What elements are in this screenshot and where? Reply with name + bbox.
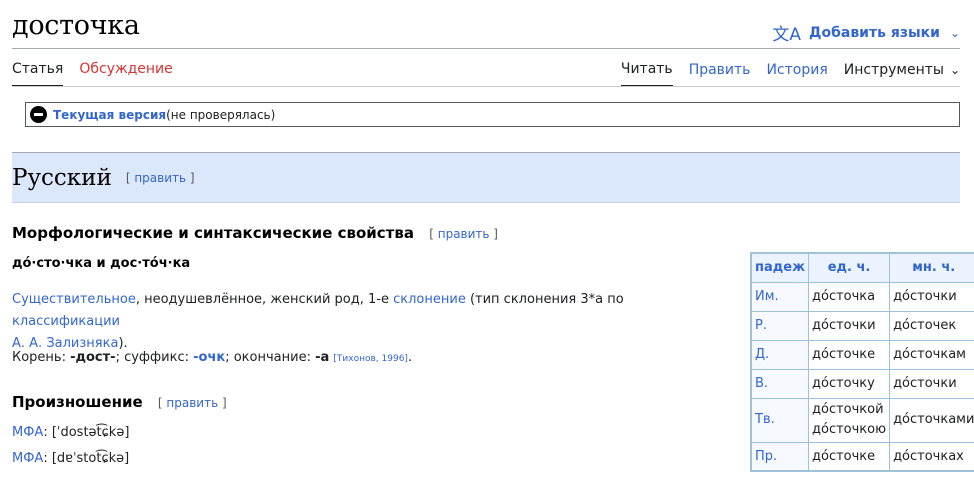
add-languages-button[interactable]: 文A Добавить языки ⌄ (772, 20, 960, 46)
edit-section: [ править ] (429, 227, 498, 241)
language-section-header: Русский [ править ] (12, 152, 960, 203)
table-row: Им. до́сточка до́сточки (750, 281, 974, 312)
singular-cell: до́сточки (808, 310, 891, 341)
declension-link[interactable]: склонение (393, 292, 466, 307)
ipa-link[interactable]: МФА (12, 425, 43, 440)
table-row: Д. до́сточке до́сточкам (750, 339, 974, 370)
singular-form: до́сточкой (812, 402, 884, 417)
ending-label: ; окончание: (225, 350, 316, 365)
grammar-line: Существительное, неодушевлённое, женский… (12, 289, 712, 355)
chevron-down-icon: ⌄ (949, 25, 960, 40)
table-row: Пр. до́сточке до́сточках (750, 441, 974, 472)
plural-cell: до́сточки (889, 281, 974, 312)
plural-cell: до́сточками (889, 397, 974, 443)
language-heading: Русский (12, 164, 112, 191)
reference-link[interactable]: [Тихонов, 1996] (333, 354, 408, 364)
singular-cell: до́сточке (808, 339, 891, 370)
plural-cell: до́сточек (889, 310, 974, 341)
table-row: Тв. до́сточкой до́сточкою до́сточками (750, 397, 974, 443)
singular-form-alt: до́сточкою (812, 422, 887, 437)
grammar-text: (тип склонения 3*a по (465, 292, 624, 307)
ipa-link[interactable]: МФА (12, 451, 43, 466)
tab-article[interactable]: Статья (12, 61, 64, 87)
singular-cell: до́сточка (808, 281, 891, 312)
edit-section-link[interactable]: править (438, 227, 490, 241)
grammar-text: , неодушевлённое, женский род, 1-е (135, 292, 394, 307)
tabs-divider (12, 86, 960, 87)
noun-link[interactable]: Существительное (12, 292, 136, 307)
word-forms: до́·сто·чка и дос·то́ч·ка (12, 256, 191, 271)
singular-cell: до́сточку (808, 368, 891, 399)
singular-cell: до́сточке (808, 441, 891, 472)
case-link[interactable]: Д. (750, 339, 810, 370)
table-row: Р. до́сточки до́сточек (750, 310, 974, 341)
pronunciation-line: МФА: [ˈdostət͡ɕkə] (12, 422, 129, 444)
header-case[interactable]: падеж (750, 252, 810, 283)
morphemes-line: Корень: -дост-; суффикс: -очк; окончание… (12, 347, 412, 370)
singular-cell: до́сточкой до́сточкою (808, 397, 891, 443)
plural-cell: до́сточках (889, 441, 974, 472)
suffix-label: ; суффикс: (115, 350, 194, 365)
ipa-value: : [ˈdostət͡ɕkə] (43, 425, 130, 440)
root-value: -дост- (70, 350, 116, 365)
title-divider (12, 48, 960, 49)
page-title: досточка (12, 10, 140, 41)
version-note: (не проверялась) (166, 107, 276, 122)
chevron-down-icon: ⌄ (949, 63, 960, 77)
header-singular[interactable]: ед. ч. (808, 252, 891, 283)
edit-section: [ править ] (157, 396, 227, 410)
morph-heading: Морфологические и синтаксические свойств… (12, 224, 498, 242)
suffix-link[interactable]: -очк (193, 350, 225, 365)
declension-table: падеж ед. ч. мн. ч. Им. до́сточка до́сто… (750, 252, 974, 472)
tab-tools[interactable]: Инструменты ⌄ (844, 62, 960, 86)
classification-link[interactable]: классификации (12, 314, 120, 329)
table-row: В. до́сточку до́сточки (750, 368, 974, 399)
current-version-link[interactable]: Текущая версия (53, 108, 166, 122)
root-label: Корень: (12, 350, 71, 365)
view-tabs: Читать Править История Инструменты ⌄ (620, 61, 960, 87)
version-bar: Текущая версия (не проверялась) (25, 102, 960, 127)
header-plural[interactable]: мн. ч. (889, 252, 974, 283)
case-link[interactable]: Пр. (750, 441, 810, 472)
edit-section-link[interactable]: править (134, 171, 186, 185)
tab-history[interactable]: История (766, 62, 827, 86)
edit-section-link[interactable]: править (166, 396, 218, 410)
case-link[interactable]: Тв. (750, 397, 810, 443)
tools-label: Инструменты (843, 62, 944, 78)
case-link[interactable]: Им. (750, 281, 810, 312)
add-languages-label: Добавить языки (809, 24, 940, 41)
plural-cell: до́сточкам (889, 339, 974, 370)
pronunciation-heading: Произношение [ править ] (12, 393, 227, 411)
minus-circle-icon (30, 106, 47, 123)
translate-icon: 文A (772, 25, 802, 45)
namespace-tabs: Статья Обсуждение (12, 61, 173, 87)
case-link[interactable]: В. (750, 368, 810, 399)
plural-cell: до́сточки (889, 368, 974, 399)
tab-discussion[interactable]: Обсуждение (79, 61, 172, 87)
period: . (407, 350, 413, 365)
pronunciation-heading-text: Произношение (12, 393, 143, 411)
edit-section: [ править ] (125, 170, 195, 185)
ipa-value: : [dɐˈstot͡ɕkə] (43, 451, 130, 466)
tab-read[interactable]: Читать (620, 61, 673, 87)
morph-heading-text: Морфологические и синтаксические свойств… (12, 224, 414, 242)
table-header-row: падеж ед. ч. мн. ч. (750, 252, 974, 283)
tab-edit[interactable]: Править (689, 62, 751, 86)
ending-value: -а (315, 350, 330, 365)
pronunciation-line: МФА: [dɐˈstot͡ɕkə] (12, 448, 129, 470)
case-link[interactable]: Р. (750, 310, 810, 341)
